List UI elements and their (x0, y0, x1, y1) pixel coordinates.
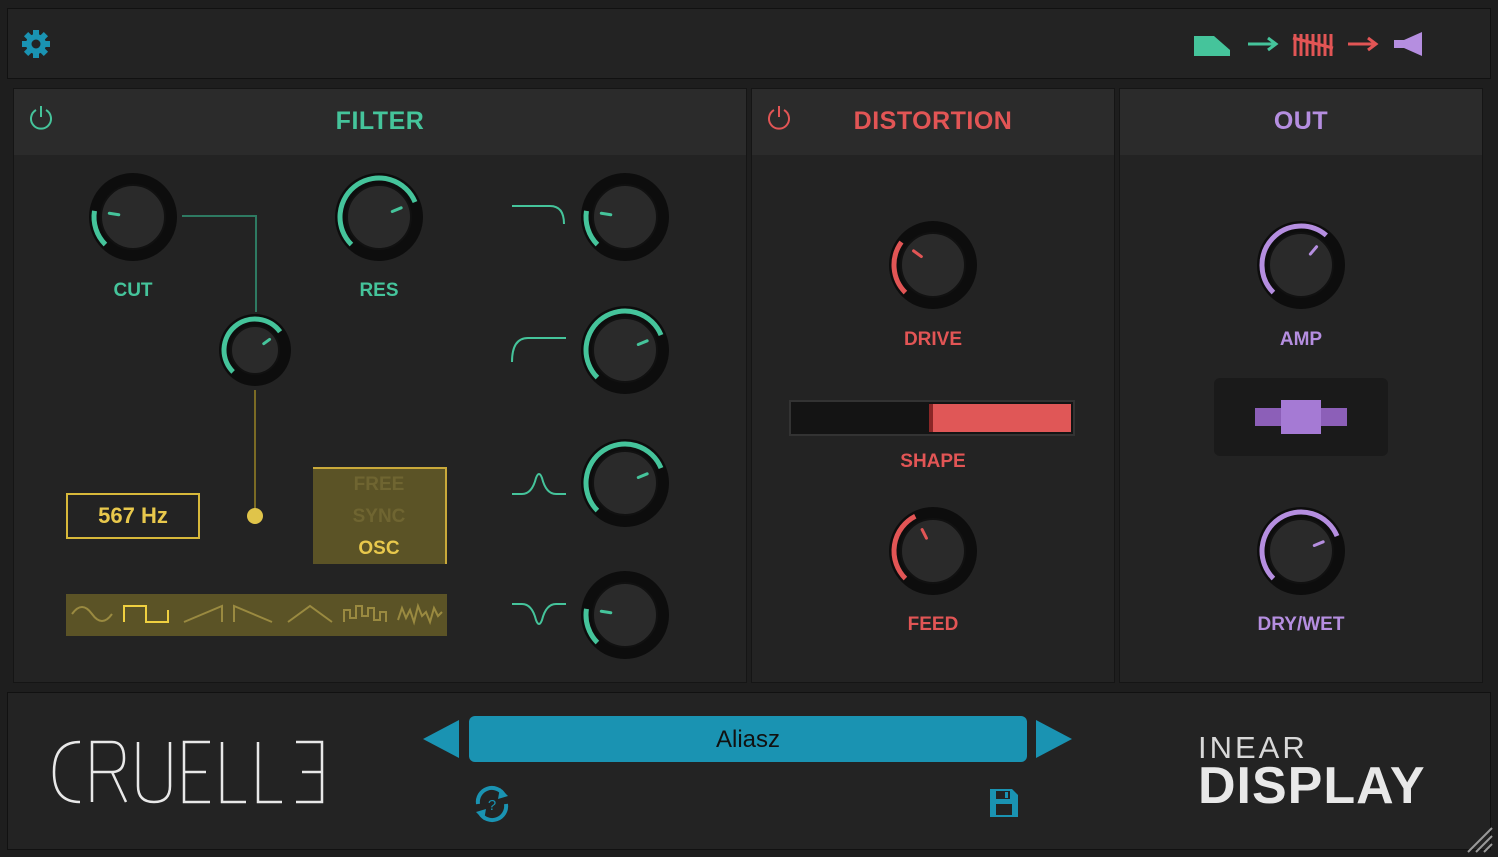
shape-slider-handle[interactable] (929, 404, 933, 432)
brand-line-2: DISPLAY (1198, 757, 1426, 815)
saw-up-wave-icon[interactable] (183, 604, 223, 623)
lfo-mode-osc[interactable]: OSC (313, 533, 445, 565)
saw-down-wave-icon[interactable] (233, 604, 273, 623)
res-label: RES (359, 280, 399, 301)
next-preset-arrow-icon[interactable] (1034, 718, 1074, 760)
lfo-frequency-display[interactable]: 567 Hz (66, 493, 200, 539)
shape-slider[interactable] (789, 400, 1075, 436)
square-wave-icon[interactable] (123, 605, 169, 623)
shape-label: SHAPE (900, 451, 966, 472)
lowpass-knob[interactable] (580, 172, 670, 262)
lfo-mode-free[interactable]: FREE (313, 469, 445, 501)
lfo-depth-knob[interactable] (218, 313, 292, 387)
notch-knob[interactable] (580, 570, 670, 660)
dry-wet-knob[interactable] (1256, 506, 1346, 596)
stereo-width-control[interactable] (1214, 378, 1388, 456)
svg-text:?: ? (488, 797, 496, 814)
res-knob[interactable] (334, 172, 424, 262)
cruelle-logo (52, 740, 324, 804)
save-preset-icon[interactable] (988, 787, 1020, 819)
sine-wave-icon[interactable] (71, 606, 113, 622)
drive-label: DRIVE (903, 329, 963, 350)
dry-wet-label: DRY/WET (1257, 614, 1345, 635)
lfo-waveform-selector[interactable] (66, 594, 447, 636)
bandpass-icon[interactable] (510, 466, 568, 500)
random-wave-icon[interactable] (343, 605, 387, 622)
random-preset-icon[interactable]: ? (468, 780, 516, 828)
feed-label: FEED (907, 614, 959, 635)
bandpass-knob[interactable] (580, 438, 670, 528)
out-title: OUT (1273, 107, 1329, 135)
highpass-knob[interactable] (580, 305, 670, 395)
preset-name-display[interactable]: Aliasz (469, 716, 1027, 762)
feed-knob[interactable] (888, 506, 978, 596)
highpass-icon[interactable] (510, 332, 568, 366)
amp-label: AMP (1279, 329, 1323, 350)
amp-knob[interactable] (1256, 220, 1346, 310)
stereo-width-icon (1255, 400, 1347, 434)
previous-preset-arrow-icon[interactable] (421, 718, 461, 760)
shape-slider-fill (931, 404, 1071, 432)
cut-label: CUT (113, 280, 153, 301)
lfo-mode-sync[interactable]: SYNC (313, 501, 445, 533)
notch-icon[interactable] (510, 598, 568, 632)
triangle-wave-icon[interactable] (287, 604, 333, 623)
lowpass-icon[interactable] (510, 200, 568, 234)
distortion-title: DISTORTION (853, 107, 1013, 135)
drive-knob[interactable] (888, 220, 978, 310)
lfo-mode-selector[interactable]: FREE SYNC OSC (313, 467, 447, 564)
cut-knob[interactable] (88, 172, 178, 262)
plugin-window: FILTER CUT RES 567 Hz FREE SYNC OSC DIST… (0, 0, 1498, 857)
noise-wave-icon[interactable] (397, 602, 443, 626)
resize-handle-icon[interactable] (1466, 826, 1494, 854)
